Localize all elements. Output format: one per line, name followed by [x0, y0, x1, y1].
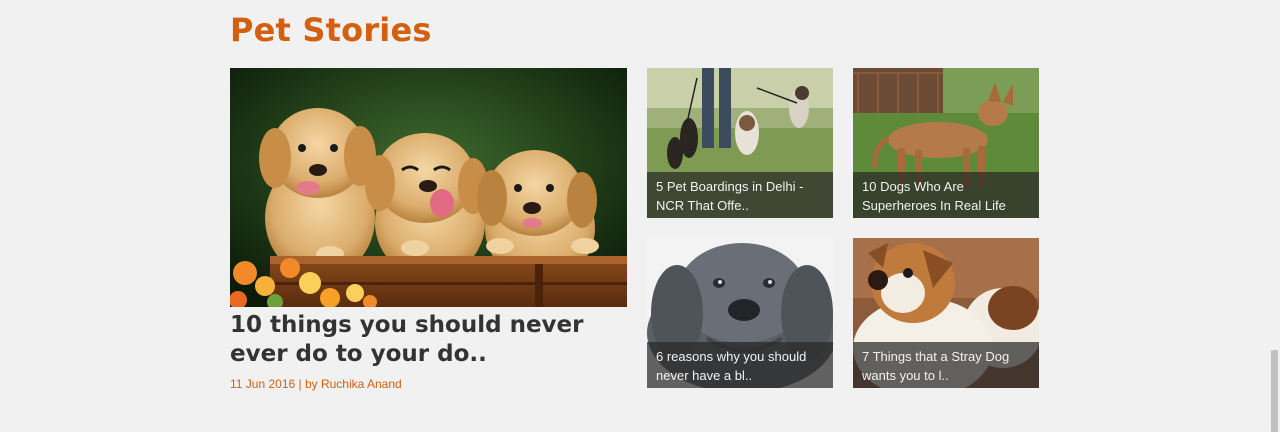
- story-card[interactable]: 5 Pet Boardings in Delhi - NCR That Offe…: [647, 68, 833, 218]
- story-card-caption[interactable]: 5 Pet Boardings in Delhi - NCR That Offe…: [647, 172, 833, 218]
- featured-story-image[interactable]: [230, 68, 627, 307]
- story-card[interactable]: 7 Things that a Stray Dog wants you to l…: [853, 238, 1039, 388]
- scrollbar-track[interactable]: [1270, 0, 1280, 432]
- section-title: Pet Stories: [230, 11, 432, 49]
- story-card-caption[interactable]: 10 Dogs Who Are Superheroes In Real Life: [853, 172, 1039, 218]
- featured-story-meta: 11 Jun 2016 | by Ruchika Anand: [230, 377, 402, 391]
- story-card-caption[interactable]: 7 Things that a Stray Dog wants you to l…: [853, 342, 1039, 388]
- story-card[interactable]: 10 Dogs Who Are Superheroes In Real Life: [853, 68, 1039, 218]
- story-card-caption[interactable]: 6 reasons why you should never have a bl…: [647, 342, 833, 388]
- story-card[interactable]: 6 reasons why you should never have a bl…: [647, 238, 833, 388]
- featured-story[interactable]: 10 things you should never ever do to yo…: [230, 68, 627, 391]
- featured-story-title[interactable]: 10 things you should never ever do to yo…: [230, 311, 627, 369]
- scrollbar-thumb[interactable]: [1271, 350, 1278, 432]
